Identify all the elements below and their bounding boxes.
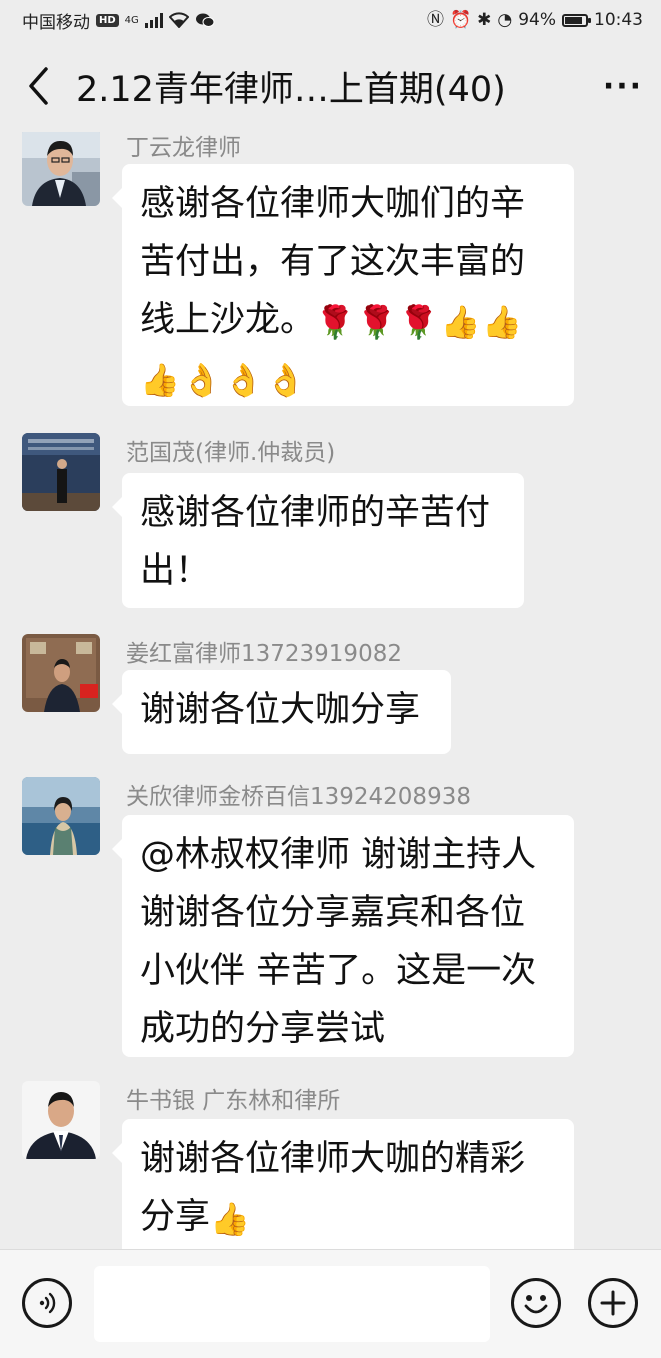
avatar[interactable] bbox=[22, 132, 100, 206]
wifi-icon bbox=[168, 12, 189, 28]
more-icon: ··· bbox=[602, 68, 644, 104]
data-saver-icon: ◔ bbox=[497, 9, 513, 30]
back-button[interactable] bbox=[0, 40, 76, 132]
ok-hand-icon: 👌 bbox=[223, 361, 264, 399]
thumbs-up-icon: 👍 bbox=[482, 303, 523, 341]
smiley-icon bbox=[524, 1295, 548, 1314]
battery-icon bbox=[562, 13, 591, 27]
avatar[interactable] bbox=[22, 777, 100, 855]
chevron-left-icon bbox=[29, 67, 48, 105]
chat-title: 2.12青年律师…上首期(40) bbox=[76, 69, 506, 110]
message-bubble[interactable]: 感谢各位律师大咖们的辛苦付出，有了这次丰富的线上沙龙。🌹🌹🌹👍👍👍👌👌👌 bbox=[112, 164, 574, 406]
chat-header: 2.12青年律师…上首期(40) ··· bbox=[0, 40, 661, 132]
input-bar bbox=[0, 1249, 661, 1358]
more-options-button[interactable]: ··· bbox=[585, 40, 661, 132]
sender-name: 丁云龙律师 bbox=[126, 135, 241, 161]
ok-hand-icon: 👌 bbox=[181, 361, 222, 399]
avatar[interactable] bbox=[22, 1081, 100, 1159]
rose-icon: 🌹 bbox=[356, 303, 397, 341]
message-input[interactable] bbox=[94, 1266, 490, 1342]
battery-percent: 94% bbox=[518, 10, 556, 30]
sender-name: 牛书银 广东林和律所 bbox=[126, 1088, 341, 1114]
sender-name: 姜红富律师13723919082 bbox=[126, 641, 402, 667]
message-bubble[interactable]: @林叔权律师 谢谢主持人谢谢各位分享嘉宾和各位小伙伴 辛苦了。这是一次成功的分享… bbox=[112, 815, 574, 1057]
message-bubble[interactable]: 谢谢各位律师大咖的精彩分享👍 bbox=[112, 1119, 574, 1249]
ok-hand-icon: 👌 bbox=[265, 361, 306, 399]
clock: 10:43 bbox=[594, 10, 643, 30]
status-bar: 中国移动 HD 4G Ⓝ ⏰ ✱ ◔ 94% 10:43 bbox=[0, 0, 661, 40]
message-text: 谢谢各位大咖分享 bbox=[140, 690, 421, 730]
status-left: 中国移动 HD 4G bbox=[22, 8, 215, 33]
message-bubble[interactable]: 谢谢各位大咖分享 bbox=[112, 670, 451, 754]
carrier-name: 中国移动 bbox=[22, 12, 90, 33]
sender-name: 关欣律师金桥百信13924208938 bbox=[126, 784, 471, 810]
more-functions-button[interactable] bbox=[588, 1278, 638, 1328]
message-text: 谢谢各位律师大咖的精彩分享 bbox=[140, 1139, 526, 1237]
bluetooth-icon: ✱ bbox=[477, 9, 492, 30]
rose-icon: 🌹 bbox=[398, 303, 439, 341]
thumbs-up-icon: 👍 bbox=[140, 361, 180, 399]
message-list[interactable]: 丁云龙律师 感谢各位律师大咖们的辛苦付出，有了这次丰富的线上沙龙。🌹🌹🌹👍👍👍👌… bbox=[0, 132, 661, 1249]
rose-icon: 🌹 bbox=[315, 303, 355, 341]
alarm-icon: ⏰ bbox=[449, 9, 472, 30]
status-right: Ⓝ ⏰ ✱ ◔ 94% 10:43 bbox=[427, 10, 643, 30]
message-text: 感谢各位律师的辛苦付出！ bbox=[140, 493, 491, 591]
network-type: 4G bbox=[124, 14, 139, 26]
wechat-icon bbox=[195, 13, 215, 27]
emoji-button[interactable] bbox=[511, 1278, 561, 1328]
message-bubble[interactable]: 感谢各位律师的辛苦付出！ bbox=[112, 473, 524, 608]
avatar[interactable] bbox=[22, 433, 100, 511]
voice-button[interactable] bbox=[22, 1278, 72, 1328]
thumbs-up-icon: 👍 bbox=[440, 303, 481, 341]
nfc-icon: Ⓝ bbox=[426, 9, 444, 30]
thumbs-up-icon: 👍 bbox=[210, 1200, 250, 1238]
avatar[interactable] bbox=[22, 634, 100, 712]
message-text: @林叔权律师 谢谢主持人谢谢各位分享嘉宾和各位小伙伴 辛苦了。这是一次成功的分享… bbox=[140, 835, 537, 1049]
sender-name: 范国茂(律师.仲裁员) bbox=[126, 440, 336, 466]
plus-icon bbox=[600, 1290, 626, 1316]
hd-badge: HD bbox=[96, 13, 119, 27]
signal-icon bbox=[144, 12, 163, 28]
voice-icon bbox=[39, 1292, 56, 1314]
